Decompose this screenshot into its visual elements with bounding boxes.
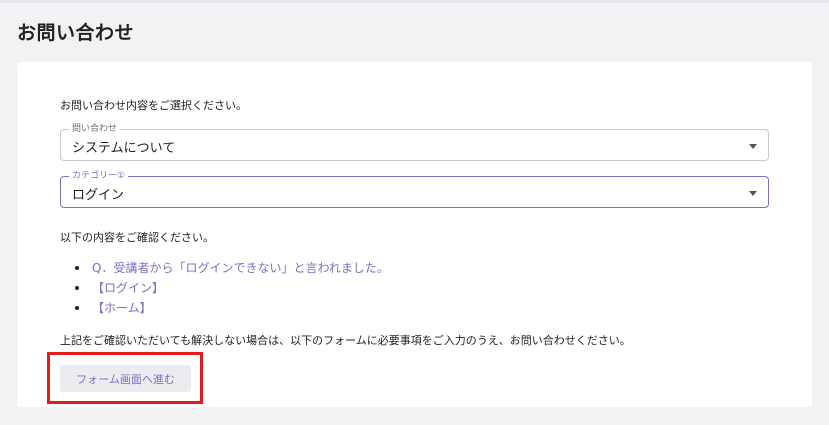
inquiry-select-value: システムについて xyxy=(72,141,176,156)
inquiry-select[interactable]: 問い合わせ システムについて xyxy=(60,123,769,161)
category-select-label: カテゴリー① xyxy=(69,170,129,182)
faq-login-link[interactable]: Q．受講者から「ログインできない」と言われました。 xyxy=(92,261,389,275)
inquiry-card: お問い合わせ内容をご選択ください。 問い合わせ システムについて カテゴリー① … xyxy=(17,62,812,407)
list-item: 【ログイン】 xyxy=(75,278,389,298)
top-divider xyxy=(0,0,829,3)
category-select-value: ログイン xyxy=(72,188,125,203)
page-title: お問い合わせ xyxy=(17,22,135,44)
note-text: 上記をご確認いただいても解決しない場合は、以下のフォームに必要事項をご入力のうえ… xyxy=(60,334,631,347)
list-item: 【ホーム】 xyxy=(75,298,389,318)
intro-text: お問い合わせ内容をご選択ください。 xyxy=(60,99,247,112)
bullet-icon xyxy=(75,266,79,270)
login-link[interactable]: 【ログイン】 xyxy=(92,281,164,295)
caret-down-icon xyxy=(749,144,757,149)
bullet-icon xyxy=(75,306,79,310)
proceed-to-form-button[interactable]: フォーム画面へ進む xyxy=(60,365,191,392)
bullet-icon xyxy=(75,286,79,290)
caret-down-icon xyxy=(749,191,757,196)
list-item: Q．受講者から「ログインできない」と言われました。 xyxy=(75,258,389,278)
home-link[interactable]: 【ホーム】 xyxy=(92,301,152,315)
help-link-list: Q．受講者から「ログインできない」と言われました。 【ログイン】 【ホーム】 xyxy=(75,258,389,318)
inquiry-select-label: 問い合わせ xyxy=(69,123,121,135)
confirm-text: 以下の内容をご確認ください。 xyxy=(60,231,214,244)
category-select[interactable]: カテゴリー① ログイン xyxy=(60,170,769,208)
